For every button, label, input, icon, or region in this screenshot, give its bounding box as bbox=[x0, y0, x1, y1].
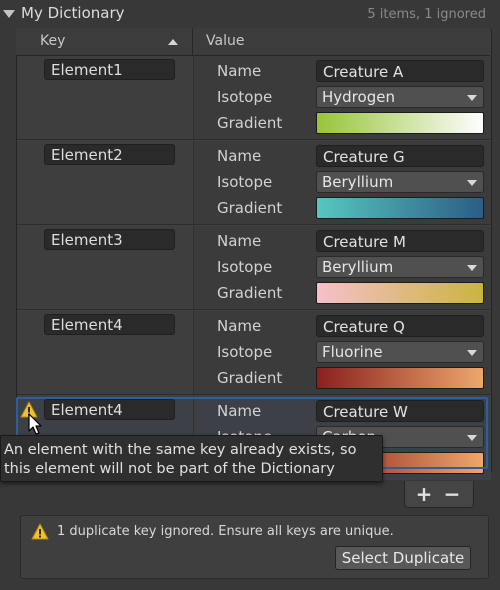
key-field[interactable]: Element1 bbox=[44, 59, 175, 80]
chevron-down-icon bbox=[467, 350, 477, 356]
gradient-label: Gradient bbox=[217, 114, 283, 132]
isotope-dropdown[interactable]: Fluorine bbox=[316, 341, 484, 363]
gradient-label: Gradient bbox=[217, 284, 283, 302]
tooltip-line-1: An element with the same key already exi… bbox=[4, 442, 357, 458]
isotope-label: Isotope bbox=[217, 88, 273, 106]
key-field[interactable]: Element4 bbox=[44, 399, 175, 420]
isotope-value: Fluorine bbox=[322, 343, 383, 361]
column-divider[interactable] bbox=[192, 28, 193, 55]
name-field[interactable]: Creature A bbox=[316, 60, 484, 82]
name-field[interactable]: Creature Q bbox=[316, 315, 484, 337]
dictionary-row[interactable]: Element1 Name Creature A Isotope Hydroge… bbox=[17, 56, 491, 140]
isotope-dropdown[interactable]: Hydrogen bbox=[316, 86, 484, 108]
dictionary-row[interactable]: Element3 Name Creature M Isotope Berylli… bbox=[17, 226, 491, 310]
key-field[interactable]: Element3 bbox=[44, 229, 175, 250]
name-field[interactable]: Creature M bbox=[316, 230, 484, 252]
chevron-down-icon bbox=[467, 95, 477, 101]
gradient-label: Gradient bbox=[217, 199, 283, 217]
remove-element-button[interactable]: − bbox=[439, 482, 465, 506]
isotope-value: Beryllium bbox=[322, 173, 394, 191]
warning-icon bbox=[31, 523, 49, 540]
gradient-field[interactable] bbox=[316, 112, 484, 134]
gradient-label: Gradient bbox=[217, 369, 283, 387]
gradient-field[interactable] bbox=[316, 282, 484, 304]
help-message: 1 duplicate key ignored. Ensure all keys… bbox=[57, 524, 394, 539]
column-header: Key Value bbox=[16, 28, 490, 56]
foldout-arrow-icon[interactable] bbox=[3, 10, 15, 18]
dictionary-row[interactable]: Element4 Name Creature Q Isotope Fluorin… bbox=[17, 311, 491, 395]
duplicate-key-tooltip: An element with the same key already exi… bbox=[0, 435, 383, 482]
tooltip-line-2: this element will not be part of the Dic… bbox=[4, 461, 335, 477]
dictionary-title[interactable]: My Dictionary bbox=[21, 4, 125, 22]
name-field[interactable]: Creature W bbox=[316, 400, 484, 422]
isotope-label: Isotope bbox=[217, 258, 273, 276]
chevron-down-icon bbox=[467, 435, 477, 441]
key-column-header[interactable]: Key bbox=[40, 33, 65, 49]
name-label: Name bbox=[217, 317, 262, 335]
name-label: Name bbox=[217, 62, 262, 80]
chevron-down-icon bbox=[467, 180, 477, 186]
name-field[interactable]: Creature G bbox=[316, 145, 484, 167]
name-label: Name bbox=[217, 147, 262, 165]
gradient-field[interactable] bbox=[316, 367, 484, 389]
isotope-label: Isotope bbox=[217, 173, 273, 191]
isotope-value: Hydrogen bbox=[322, 88, 395, 106]
name-label: Name bbox=[217, 402, 262, 420]
isotope-dropdown[interactable]: Beryllium bbox=[316, 256, 484, 278]
select-duplicate-button[interactable]: Select Duplicate bbox=[335, 546, 471, 570]
gradient-field[interactable] bbox=[316, 197, 484, 219]
name-label: Name bbox=[217, 232, 262, 250]
dictionary-row[interactable]: Element2 Name Creature G Isotope Berylli… bbox=[17, 141, 491, 225]
item-count: 5 items, 1 ignored bbox=[367, 7, 486, 22]
sort-ascending-icon[interactable] bbox=[168, 39, 178, 45]
key-field[interactable]: Element2 bbox=[44, 144, 175, 165]
mouse-cursor-icon bbox=[28, 413, 42, 435]
isotope-dropdown[interactable]: Beryllium bbox=[316, 171, 484, 193]
isotope-label: Isotope bbox=[217, 343, 273, 361]
key-field[interactable]: Element4 bbox=[44, 314, 175, 335]
chevron-down-icon bbox=[467, 265, 477, 271]
add-element-button[interactable]: + bbox=[411, 482, 437, 506]
value-column-header[interactable]: Value bbox=[206, 33, 244, 49]
isotope-value: Beryllium bbox=[322, 258, 394, 276]
